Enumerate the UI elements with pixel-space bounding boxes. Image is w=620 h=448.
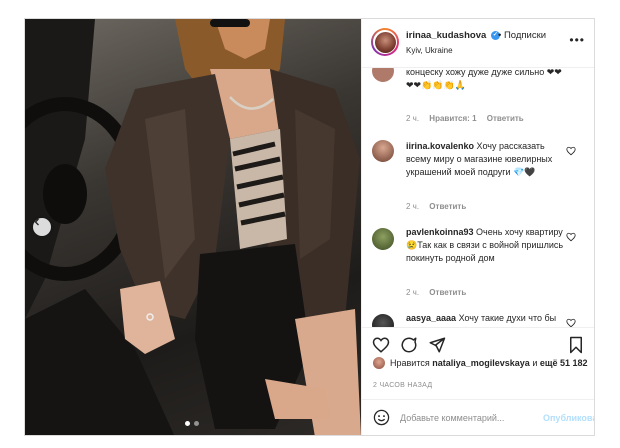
like-comment-heart-icon[interactable] xyxy=(566,146,576,156)
post-photo[interactable] xyxy=(25,19,361,435)
photo-illustration xyxy=(25,19,361,435)
save-bookmark-icon[interactable] xyxy=(568,336,584,354)
comment-time[interactable]: 2 ч. xyxy=(406,114,419,123)
like-comment-heart-icon[interactable] xyxy=(566,232,576,242)
add-comment-bar: Опубликовать xyxy=(362,399,594,435)
chevron-left-icon xyxy=(34,218,39,226)
comment-meta: 2 ч. Нравится: 1 Ответить xyxy=(406,114,532,123)
comment-input[interactable] xyxy=(400,410,538,426)
comment-text: концеску хожу дуже дуже сильно ❤❤❤❤👏👏👏🙏 xyxy=(406,68,566,92)
post-sidebar: irinaa_kudashova ✓ • Подписки Kyiv, Ukra… xyxy=(361,19,594,435)
author-avatar[interactable] xyxy=(371,28,399,56)
post-actions-bar xyxy=(362,327,594,354)
reply-button[interactable]: Ответить xyxy=(429,202,466,211)
carousel-prev-button[interactable] xyxy=(33,218,51,236)
carousel-dot xyxy=(194,421,199,426)
instagram-post-modal: irinaa_kudashova ✓ • Подписки Kyiv, Ukra… xyxy=(24,18,595,436)
comment-bubble-icon[interactable] xyxy=(400,336,418,354)
like-heart-icon[interactable] xyxy=(372,336,390,354)
liker-username[interactable]: nataliya_mogilevskaya xyxy=(432,358,530,368)
comment-text: pavlenkoinna93 Очень хочу квартиру😢Так к… xyxy=(406,226,566,265)
comment-text: aasya_aaaa Хочу такие духи что бы парни … xyxy=(406,312,566,327)
likes-prefix: Нравится xyxy=(390,358,430,368)
like-comment-heart-icon[interactable] xyxy=(566,318,576,327)
commenter-username[interactable]: pavlenkoinna93 xyxy=(406,227,474,237)
separator-dot: • xyxy=(498,30,502,41)
author-username[interactable]: irinaa_kudashova xyxy=(406,30,486,41)
comment-meta: 2 ч. Ответить xyxy=(406,288,474,297)
commenter-username[interactable]: aasya_aaaa xyxy=(406,313,456,323)
commenter-avatar[interactable] xyxy=(372,228,394,250)
comment-time[interactable]: 2 ч. xyxy=(406,202,419,211)
likes-text: Нравится nataliya_mogilevskaya и ещё 51 … xyxy=(390,357,590,369)
comments-list[interactable]: концеску хожу дуже дуже сильно ❤❤❤❤👏👏👏🙏 … xyxy=(362,68,594,327)
more-options-icon[interactable]: ••• xyxy=(569,33,585,47)
comment-meta: 2 ч. Ответить xyxy=(406,202,474,211)
comment-text: iirina.kovalenko Хочу рассказать всему м… xyxy=(406,140,566,179)
post-timestamp[interactable]: 2 ЧАСОВ НАЗАД xyxy=(373,382,432,389)
follow-status[interactable]: • Подписки xyxy=(498,30,546,41)
author-username-row: irinaa_kudashova ✓ xyxy=(406,30,500,41)
comment-likes[interactable]: Нравится: 1 xyxy=(429,114,476,123)
share-paper-plane-icon[interactable] xyxy=(428,336,446,354)
commenter-avatar[interactable] xyxy=(372,68,394,82)
commenter-avatar[interactable] xyxy=(372,140,394,162)
publish-button[interactable]: Опубликовать xyxy=(543,413,594,423)
reply-button[interactable]: Ответить xyxy=(487,114,524,123)
commenter-username[interactable]: iirina.kovalenko xyxy=(406,141,474,151)
carousel-indicator xyxy=(185,421,199,426)
comment-emoji: 💎🖤 xyxy=(513,167,536,177)
comment-body: концеску хожу дуже дуже сильно xyxy=(406,68,545,77)
reply-button[interactable]: Ответить xyxy=(429,288,466,297)
carousel-dot-active xyxy=(185,421,190,426)
likes-conjunction: и xyxy=(532,358,538,368)
liker-avatar[interactable] xyxy=(373,357,385,369)
commenter-avatar[interactable] xyxy=(372,314,394,327)
post-location[interactable]: Kyiv, Ukraine xyxy=(406,46,453,55)
follow-button[interactable]: Подписки xyxy=(504,30,546,41)
emoji-icon[interactable] xyxy=(373,409,390,426)
comment-time[interactable]: 2 ч. xyxy=(406,288,419,297)
likes-count[interactable]: ещё 51 182 xyxy=(540,358,588,368)
post-header: irinaa_kudashova ✓ • Подписки Kyiv, Ukra… xyxy=(362,19,594,68)
